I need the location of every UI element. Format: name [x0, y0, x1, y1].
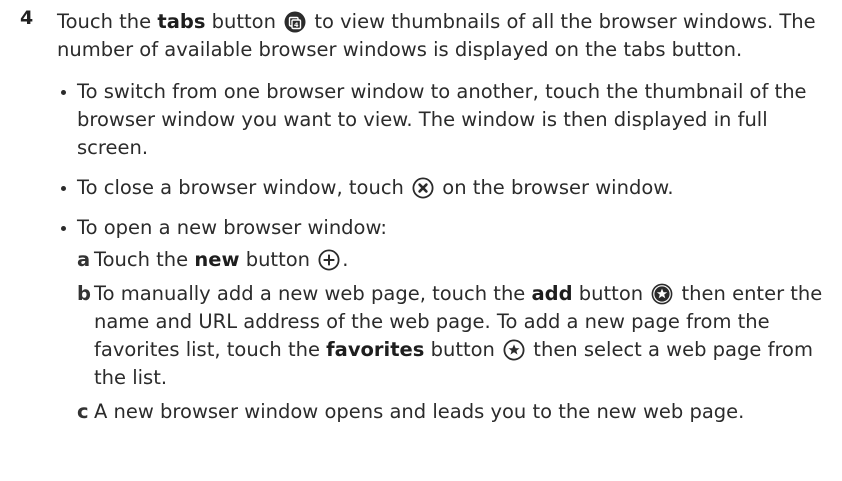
- substep-a-text-2: button: [239, 248, 317, 271]
- close-circle-icon: [412, 177, 434, 199]
- substep-c-letter: c: [77, 400, 89, 423]
- substep-a-text-3: .: [342, 248, 349, 271]
- substep-list: a Touch the new button . b To manually add…: [77, 246, 837, 426]
- substep-b-text-4: button: [424, 338, 502, 361]
- bullet-close: To close a browser window, touch on the …: [57, 174, 837, 202]
- substep-a: a Touch the new button .: [77, 246, 837, 274]
- tabs-icon: 4: [284, 11, 306, 33]
- bullet-open-text: To open a new browser window:: [77, 216, 387, 239]
- step-text-2: button: [205, 10, 283, 33]
- bullet-switch: To switch from one browser window to ano…: [57, 78, 837, 162]
- new-keyword: new: [194, 248, 240, 271]
- substep-a-letter: a: [77, 248, 91, 271]
- add-keyword: add: [531, 282, 573, 305]
- star-circle-icon: [503, 339, 525, 361]
- substep-b-text-1: To manually add a new web page, touch th…: [94, 282, 532, 305]
- substep-c: cA new browser window opens and leads yo…: [77, 398, 837, 426]
- favorites-keyword: favorites: [326, 338, 425, 361]
- tabs-count: 4: [294, 21, 299, 29]
- bullet-switch-text: To switch from one browser window to ano…: [77, 80, 807, 159]
- substep-c-text: A new browser window opens and leads you…: [94, 400, 745, 423]
- substep-b-text-2: button: [572, 282, 650, 305]
- substep-b-letter: b: [77, 282, 91, 305]
- plus-circle-icon: [318, 249, 340, 271]
- manual-page: 4 Touch the tabs button 4 to view thumbn…: [0, 0, 842, 481]
- substep-a-text-1: Touch the: [94, 248, 195, 271]
- bullet-open: To open a new browser window: a Touch the…: [57, 214, 837, 426]
- bullet-list: To switch from one browser window to ano…: [57, 78, 837, 426]
- step-text-1: Touch the: [57, 10, 158, 33]
- bullet-close-text-2: on the browser window.: [436, 176, 674, 199]
- step-number: 4: [20, 7, 34, 29]
- tabs-keyword: tabs: [157, 10, 206, 33]
- star-filled-circle-icon: [651, 283, 673, 305]
- step-4: Touch the tabs button 4 to view thumbnai…: [57, 8, 837, 438]
- substep-b: b To manually add a new web page, touch t…: [77, 280, 837, 392]
- bullet-close-text-1: To close a browser window, touch: [77, 176, 411, 199]
- step-intro: Touch the tabs button 4 to view thumbnai…: [57, 8, 837, 64]
